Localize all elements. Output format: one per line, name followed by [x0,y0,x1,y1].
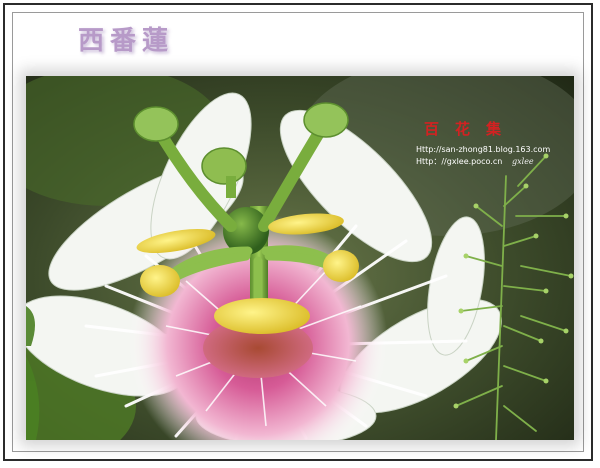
watermark-heading: 百花集 [424,120,518,138]
photo: 百花集 Http://san-zhong81.blog.163.com Http… [26,76,574,440]
watermark-url-2: Http：//gxlee.poco.cn [416,157,503,166]
page-title: 西番蓮 [78,26,175,56]
watermark-url-1: Http://san-zhong81.blog.163.com [416,145,551,154]
watermark-signature: gxlee [512,157,534,166]
